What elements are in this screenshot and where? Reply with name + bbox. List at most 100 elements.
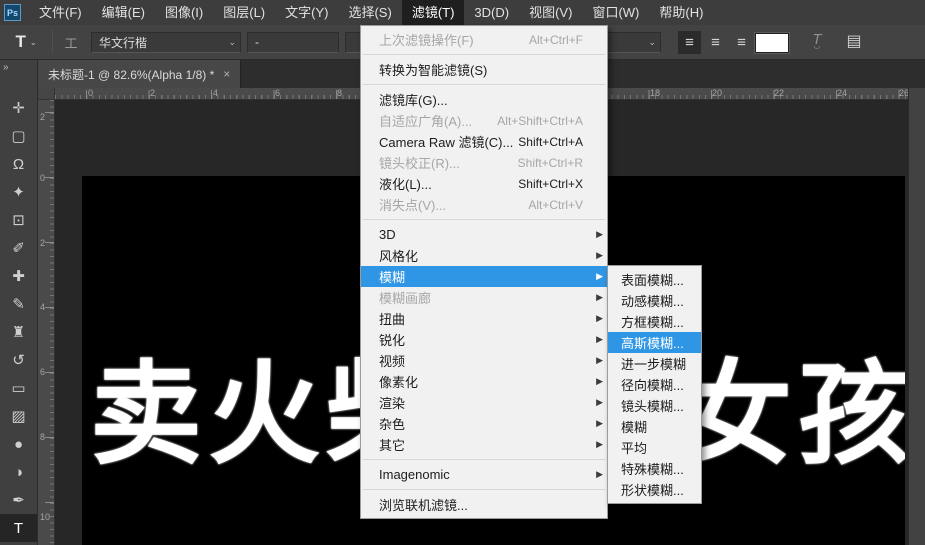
- document-tab[interactable]: 未标题-1 @ 82.6%(Alpha 1/8) * ×: [38, 60, 241, 88]
- filter-menu-item[interactable]: 自适应广角(A)... Alt+Shift+Ctrl+A: [361, 110, 607, 131]
- font-family-select[interactable]: 华文行楷 ⌄: [91, 32, 241, 53]
- menubar-item-label: 编辑(E): [102, 5, 145, 20]
- filter-menu-item[interactable]: 滤镜库(G)...: [361, 89, 607, 110]
- filter-menu: 上次滤镜操作(F) Alt+Ctrl+F 转换为智能滤镜(S): [360, 25, 608, 519]
- blur-submenu-item[interactable]: 模糊: [608, 416, 701, 437]
- shortcut-text: Shift+Ctrl+A: [518, 135, 593, 149]
- menubar-item[interactable]: 选择(S): [338, 0, 401, 25]
- filter-menu-item[interactable]: 3D ▶: [361, 224, 607, 245]
- ruler-number: 8: [337, 88, 342, 98]
- shortcut-text: Alt+Ctrl+F: [529, 33, 593, 47]
- shortcut-text: Shift+Ctrl+X: [518, 177, 593, 191]
- menubar-item[interactable]: 滤镜(T): [402, 0, 465, 25]
- blur-tool[interactable]: ●: [0, 430, 37, 458]
- menubar-item[interactable]: 视图(V): [519, 0, 582, 25]
- eyedropper-tool[interactable]: ✐: [0, 234, 37, 262]
- align-center-icon[interactable]: ≡: [704, 31, 727, 54]
- filter-menu-item[interactable]: 渲染 ▶: [361, 392, 607, 413]
- blur-submenu-item[interactable]: 高斯模糊...: [608, 332, 701, 353]
- filter-menu-item: [363, 489, 605, 490]
- menubar-item[interactable]: 帮助(H): [649, 0, 713, 25]
- type-tool[interactable]: T: [0, 514, 37, 542]
- filter-menu-item[interactable]: 扭曲 ▶: [361, 308, 607, 329]
- submenu-arrow-icon: ▶: [593, 229, 603, 240]
- filter-menu-item[interactable]: 镜头校正(R)... Shift+Ctrl+R: [361, 152, 607, 173]
- close-icon[interactable]: ×: [223, 67, 230, 81]
- eraser-tool[interactable]: ▭: [0, 374, 37, 402]
- dodge-tool[interactable]: ◑: [0, 458, 37, 486]
- filter-menu-item[interactable]: Imagenomic ▶: [361, 464, 607, 485]
- text-color-swatch[interactable]: [755, 33, 789, 53]
- document-tab-title: 未标题-1 @ 82.6%(Alpha 1/8) *: [48, 66, 214, 83]
- menubar-item[interactable]: 编辑(E): [92, 0, 155, 25]
- filter-menu-item[interactable]: 锐化 ▶: [361, 329, 607, 350]
- filter-menu-item[interactable]: Camera Raw 滤镜(C)... Shift+Ctrl+A: [361, 131, 607, 152]
- menubar-item-label: 文字(Y): [285, 5, 328, 20]
- filter-menu-item[interactable]: 转换为智能滤镜(S): [361, 59, 607, 80]
- lasso-tool[interactable]: Ω: [0, 150, 37, 178]
- panel-dock-edge: [908, 88, 925, 545]
- move-tool[interactable]: ✛: [0, 94, 37, 122]
- blur-submenu-item[interactable]: 径向模糊...: [608, 374, 701, 395]
- ruler-number: 4: [40, 302, 45, 312]
- vertical-ruler[interactable]: 2 0 2 4 6 8 10: [38, 100, 55, 545]
- blur-submenu-item[interactable]: 镜头模糊...: [608, 395, 701, 416]
- menubar-item[interactable]: 图像(I): [155, 0, 213, 25]
- history-brush-tool[interactable]: ↺: [0, 346, 37, 374]
- menubar-item[interactable]: 窗口(W): [582, 0, 649, 25]
- shortcut-text: Shift+Ctrl+R: [518, 156, 593, 170]
- text-orientation-icon[interactable]: 工: [57, 33, 85, 52]
- divider: [52, 30, 53, 54]
- quick-selection-tool[interactable]: ✦: [0, 178, 37, 206]
- menubar-item-label: 帮助(H): [659, 5, 703, 20]
- blur-submenu-item[interactable]: 进一步模糊: [608, 353, 701, 374]
- menubar-item[interactable]: 文字(Y): [275, 0, 338, 25]
- type-tool-icon: T: [15, 32, 25, 52]
- filter-menu-item[interactable]: 像素化 ▶: [361, 371, 607, 392]
- blur-submenu-item[interactable]: 形状模糊...: [608, 479, 701, 500]
- menubar-item-label: 选择(S): [348, 5, 391, 20]
- filter-menu-item: [363, 459, 605, 460]
- filter-menu-item[interactable]: 杂色 ▶: [361, 413, 607, 434]
- submenu-arrow-icon: ▶: [593, 418, 603, 429]
- blur-submenu-item[interactable]: 特殊模糊...: [608, 458, 701, 479]
- filter-menu-item[interactable]: 上次滤镜操作(F) Alt+Ctrl+F: [361, 29, 607, 50]
- filter-menu-item[interactable]: 其它 ▶: [361, 434, 607, 455]
- spot-healing-brush-tool[interactable]: ✚: [0, 262, 37, 290]
- clone-stamp-tool[interactable]: ♜: [0, 318, 37, 346]
- submenu-arrow-icon: ▶: [593, 313, 603, 324]
- menubar-item[interactable]: 图层(L): [213, 0, 275, 25]
- warp-text-icon[interactable]: T ◡: [806, 31, 828, 53]
- brush-tool[interactable]: ✎: [0, 290, 37, 318]
- filter-menu-item[interactable]: 模糊画廊 ▶: [361, 287, 607, 308]
- align-left-icon[interactable]: ≡: [678, 31, 701, 54]
- blur-submenu-item[interactable]: 方框模糊...: [608, 311, 701, 332]
- ruler-number: 6: [275, 88, 280, 98]
- ruler-number: 20: [712, 88, 722, 98]
- filter-menu-item[interactable]: 消失点(V)... Alt+Ctrl+V: [361, 194, 607, 215]
- blur-submenu-item[interactable]: 动感模糊...: [608, 290, 701, 311]
- filter-menu-item[interactable]: 风格化 ▶: [361, 245, 607, 266]
- ruler-number: 2: [40, 238, 45, 248]
- collapse-panel-icon[interactable]: »: [0, 60, 37, 76]
- ruler-number: 4: [213, 88, 218, 98]
- font-style-select[interactable]: -: [247, 32, 339, 53]
- menubar-item[interactable]: 3D(D): [464, 0, 519, 25]
- rectangular-marquee-tool[interactable]: ▢: [0, 122, 37, 150]
- crop-tool[interactable]: ⊡: [0, 206, 37, 234]
- menubar-item[interactable]: 文件(F): [29, 0, 92, 25]
- filter-menu-item[interactable]: 视频 ▶: [361, 350, 607, 371]
- ruler-number: 24: [837, 88, 847, 98]
- tool-preset-picker[interactable]: T ⌄: [4, 32, 48, 52]
- filter-menu-item[interactable]: 液化(L)... Shift+Ctrl+X: [361, 173, 607, 194]
- blur-submenu-item[interactable]: 表面模糊...: [608, 269, 701, 290]
- toggle-panels-icon[interactable]: ▤: [843, 31, 865, 53]
- filter-menu-item[interactable]: 浏览联机滤镜...: [361, 494, 607, 515]
- blur-submenu-item[interactable]: 平均: [608, 437, 701, 458]
- align-right-icon[interactable]: ≡: [730, 31, 753, 54]
- submenu-arrow-icon: ▶: [593, 397, 603, 408]
- shortcut-text: Alt+Ctrl+V: [528, 198, 593, 212]
- pen-tool[interactable]: ✒: [0, 486, 37, 514]
- gradient-tool[interactable]: ▨: [0, 402, 37, 430]
- filter-menu-item[interactable]: 模糊 ▶: [361, 266, 607, 287]
